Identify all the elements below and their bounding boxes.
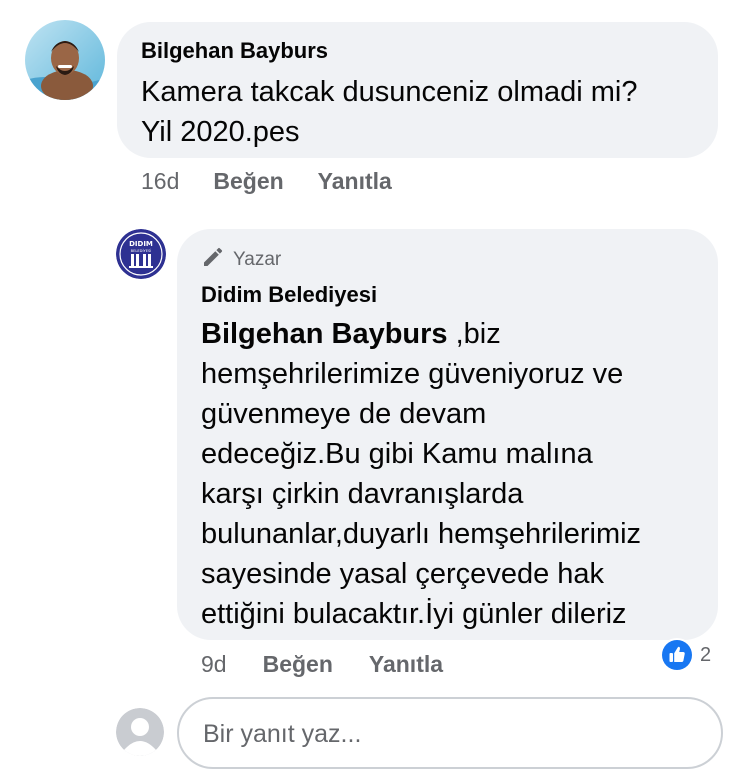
page-avatar[interactable]: DIDIM BELEDİYESİ <box>116 229 166 279</box>
reply-text-line: hemşehrilerimize güveniyoruz ve <box>201 358 624 390</box>
comment-reply-button[interactable]: Yanıtla <box>318 168 392 195</box>
reply-reply-button[interactable]: Yanıtla <box>369 651 443 678</box>
page-avatar-logo-subtext: BELEDİYESİ <box>131 248 152 253</box>
comment-like-button[interactable]: Beğen <box>213 168 283 195</box>
reply-timestamp[interactable]: 9d <box>201 651 227 678</box>
reply-text-line: karşı çirkin davranışlarda <box>201 478 524 510</box>
comment-actions: 16d Beğen Yanıtla <box>141 166 392 196</box>
reply-composer[interactable] <box>177 697 723 769</box>
reply-like-button[interactable]: Beğen <box>263 651 333 678</box>
reply-text-line: güvenmeye de devam <box>201 398 487 430</box>
reply-text-line: ,biz <box>447 318 501 350</box>
reply-input[interactable] <box>201 713 685 755</box>
reply-text: Bilgehan Bayburs ,biz hemşehrilerimize g… <box>201 314 711 634</box>
author-badge-label: Yazar <box>233 249 282 270</box>
pencil-icon <box>201 245 233 275</box>
reply-text-line: edeceğiz.Bu gibi Kamu malına <box>201 438 593 470</box>
reply-author-name[interactable]: Didim Belediyesi <box>201 282 377 308</box>
reply-text-line: ettiğini bulacaktır.İyi günler dileriz <box>201 598 627 630</box>
reaction-count: 2 <box>700 643 712 666</box>
reply-text-line: sayesinde yasal çerçevede hak <box>201 558 605 590</box>
comment-timestamp[interactable]: 16d <box>141 168 179 195</box>
comment-text-line: Yil 2020.pes <box>141 116 300 148</box>
comment-text: Kamera takcak dusunceniz olmadi mi? Yil … <box>141 72 706 152</box>
like-icon <box>660 638 694 672</box>
page-avatar-logo-text: DIDIM <box>129 240 153 248</box>
comment-author-name[interactable]: Bilgehan Bayburs <box>141 38 328 64</box>
mention-link[interactable]: Bilgehan Bayburs <box>201 318 448 350</box>
reaction-summary[interactable]: 2 <box>660 638 711 672</box>
reply-text-line: bulunanlar,duyarlı hemşehrilerimiz <box>201 518 642 550</box>
comment-text-line: Kamera takcak dusunceniz olmadi mi? <box>141 76 638 108</box>
current-user-avatar <box>116 708 164 756</box>
commenter-avatar[interactable] <box>25 20 105 100</box>
author-badge: Yazar <box>201 245 281 275</box>
reply-actions: 9d Beğen Yanıtla <box>201 649 443 679</box>
